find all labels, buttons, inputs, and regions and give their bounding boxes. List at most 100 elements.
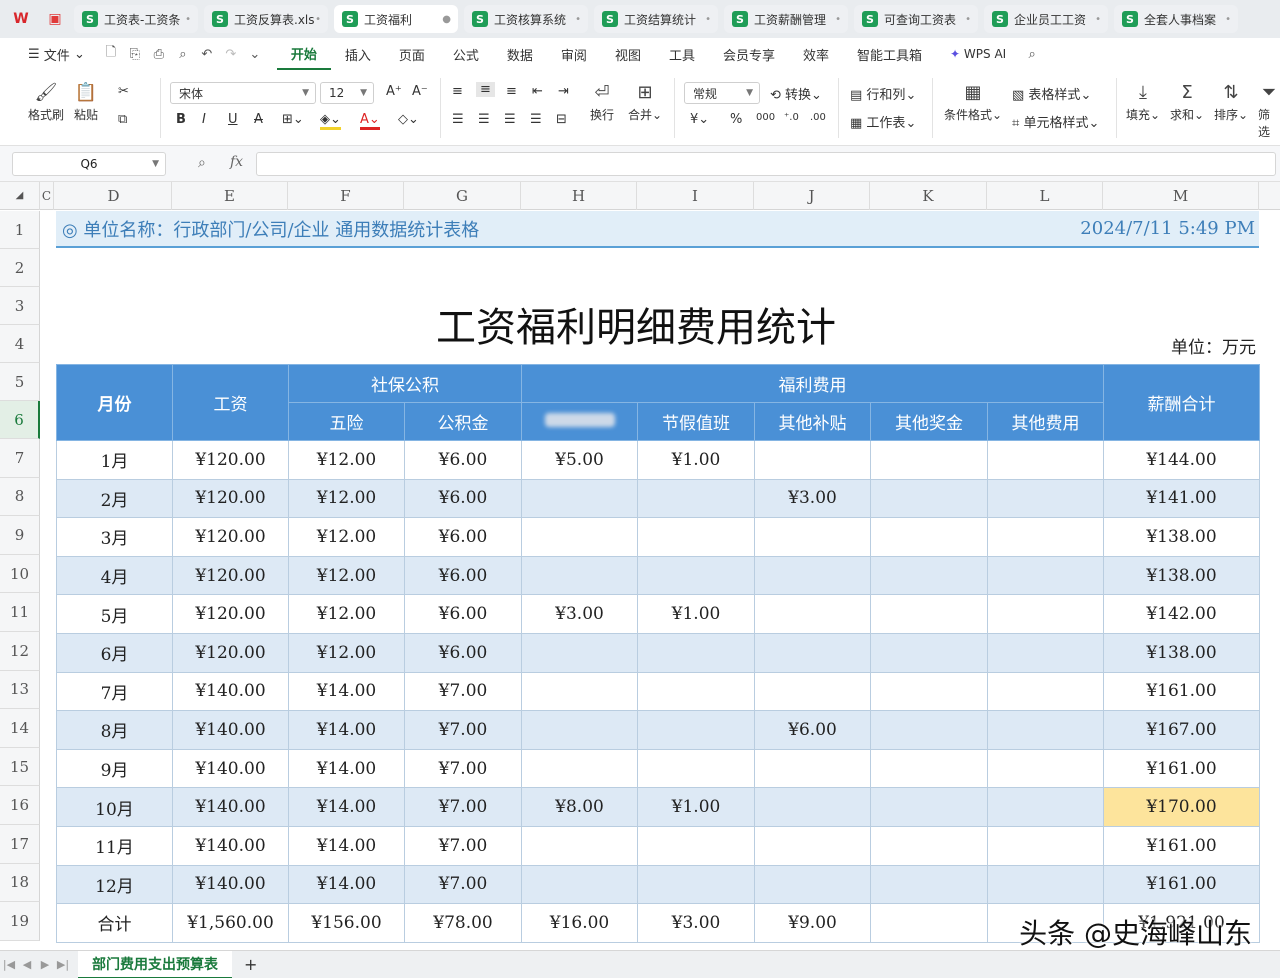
table-cell[interactable]: ¥141.00: [1103, 478, 1260, 519]
more-icon[interactable]: ⌄: [243, 47, 267, 62]
table-cell[interactable]: 2月: [56, 478, 173, 519]
convert-button[interactable]: ⟲ 转换⌄: [770, 84, 822, 103]
table-cell[interactable]: ¥6.00: [404, 517, 522, 557]
decrease-decimal-icon[interactable]: .00: [810, 112, 826, 123]
align-center-icon[interactable]: ☰: [478, 112, 490, 127]
table-cell[interactable]: ¥138.00: [1103, 555, 1260, 596]
header-subsidy[interactable]: 其他补贴: [754, 402, 871, 441]
table-cell[interactable]: [637, 710, 755, 750]
table-cell[interactable]: ¥6.00: [404, 555, 522, 596]
table-cell[interactable]: [754, 555, 871, 596]
table-cell[interactable]: ¥6.00: [754, 710, 871, 750]
column-header-F[interactable]: F: [288, 182, 404, 210]
cond-format-button[interactable]: ▦ 条件格式⌄: [944, 80, 1002, 123]
table-cell[interactable]: ¥6.00: [404, 632, 522, 673]
border-icon[interactable]: ⊞⌄: [282, 112, 304, 127]
next-sheet-icon[interactable]: ▶: [36, 958, 54, 971]
row-header-3[interactable]: 3: [0, 287, 40, 325]
table-cell[interactable]: [870, 555, 988, 596]
sheet-title[interactable]: 工资福利明细费用统计: [56, 300, 1216, 356]
add-sheet-icon[interactable]: +: [244, 955, 257, 974]
table-cell[interactable]: ¥14.00: [288, 864, 405, 905]
redo-icon[interactable]: ↷: [219, 47, 243, 62]
menu-item-0[interactable]: 开始: [276, 38, 331, 70]
table-cell[interactable]: ¥78.00: [404, 903, 522, 943]
fill-button[interactable]: ⤓ 填充⌄: [1126, 80, 1160, 123]
menu-item-5[interactable]: 审阅: [547, 38, 601, 70]
table-cell[interactable]: [754, 787, 871, 827]
menu-item-7[interactable]: 工具: [655, 38, 709, 70]
column-header-E[interactable]: E: [172, 182, 288, 210]
header-insurance[interactable]: 五险: [288, 402, 405, 441]
table-cell[interactable]: ¥12.00: [288, 555, 405, 596]
table-cell[interactable]: ¥140.00: [172, 864, 289, 905]
table-cell[interactable]: [521, 478, 638, 519]
distribute-icon[interactable]: ⊟: [556, 112, 567, 127]
indent-decrease-icon[interactable]: ⇤: [532, 84, 543, 99]
column-header-K[interactable]: K: [870, 182, 987, 210]
table-cell[interactable]: [521, 671, 638, 712]
close-icon[interactable]: ●: [442, 14, 451, 25]
cut-icon[interactable]: ✂: [118, 84, 129, 99]
table-cell[interactable]: [870, 903, 988, 943]
table-cell[interactable]: [521, 710, 638, 750]
table-cell[interactable]: 8月: [56, 710, 173, 750]
header-holiday[interactable]: 节假值班: [637, 402, 755, 441]
column-header-D[interactable]: D: [56, 182, 172, 210]
table-cell[interactable]: ¥12.00: [288, 440, 405, 480]
table-cell[interactable]: 3月: [56, 517, 173, 557]
row-header-7[interactable]: 7: [0, 439, 40, 478]
tab-4[interactable]: S 工资结算统计 •: [594, 5, 718, 33]
column-header-M[interactable]: M: [1103, 182, 1259, 210]
table-cell[interactable]: ¥140.00: [172, 787, 289, 827]
menu-item-9[interactable]: 效率: [789, 38, 843, 70]
row-header-5[interactable]: 5: [0, 363, 40, 401]
table-cell[interactable]: ¥120.00: [172, 594, 289, 634]
table-cell[interactable]: ¥7.00: [404, 864, 522, 905]
print-preview-icon[interactable]: ⌕: [171, 47, 195, 62]
sheet-tab[interactable]: 部门费用支出预算表: [78, 950, 232, 978]
header-bonus[interactable]: 其他奖金: [870, 402, 988, 441]
dot-icon[interactable]: •: [1225, 14, 1231, 25]
table-cell[interactable]: [754, 632, 871, 673]
formula-input[interactable]: [256, 152, 1276, 176]
table-cell[interactable]: ¥161.00: [1103, 671, 1260, 712]
align-left-icon[interactable]: ☰: [452, 112, 464, 127]
header-salary[interactable]: 工资: [172, 364, 289, 441]
table-cell[interactable]: [987, 825, 1104, 866]
column-header-G[interactable]: G: [404, 182, 521, 210]
last-sheet-icon[interactable]: ▶|: [54, 958, 72, 971]
table-cell[interactable]: ¥7.00: [404, 748, 522, 789]
table-cell[interactable]: [637, 748, 755, 789]
fx-icon[interactable]: fx: [230, 154, 243, 170]
tab-7[interactable]: S 企业员工工资 •: [984, 5, 1108, 33]
row-header-17[interactable]: 17: [0, 825, 40, 864]
wps-ai-button[interactable]: ✦ WPS AI: [936, 38, 1020, 70]
table-cell[interactable]: ¥14.00: [288, 825, 405, 866]
save-icon[interactable]: 🗋: [99, 43, 123, 65]
dot-icon[interactable]: •: [705, 14, 711, 25]
print-icon[interactable]: ⎙: [147, 47, 171, 62]
increase-font-icon[interactable]: A⁺: [386, 84, 402, 99]
underline-icon[interactable]: U: [228, 112, 238, 127]
select-all-corner[interactable]: ◢: [0, 182, 40, 210]
row-header-11[interactable]: 11: [0, 593, 40, 632]
sort-button[interactable]: ⇅ 排序⌄: [1214, 80, 1248, 123]
table-cell[interactable]: [987, 748, 1104, 789]
table-cell[interactable]: ¥14.00: [288, 671, 405, 712]
table-cell[interactable]: ¥12.00: [288, 478, 405, 519]
table-cell[interactable]: ¥140.00: [172, 710, 289, 750]
table-cell[interactable]: ¥120.00: [172, 440, 289, 480]
table-cell[interactable]: 9月: [56, 748, 173, 789]
table-cell[interactable]: ¥7.00: [404, 671, 522, 712]
table-cell[interactable]: [637, 671, 755, 712]
clear-format-icon[interactable]: ◇⌄: [398, 112, 419, 127]
table-cell[interactable]: 6月: [56, 632, 173, 673]
table-cell[interactable]: [521, 517, 638, 557]
table-cell[interactable]: [987, 864, 1104, 905]
header-blurred[interactable]: [521, 402, 638, 441]
row-header-15[interactable]: 15: [0, 747, 40, 787]
undo-icon[interactable]: ↶: [195, 47, 219, 62]
table-cell[interactable]: [870, 825, 988, 866]
table-cell[interactable]: [521, 555, 638, 596]
